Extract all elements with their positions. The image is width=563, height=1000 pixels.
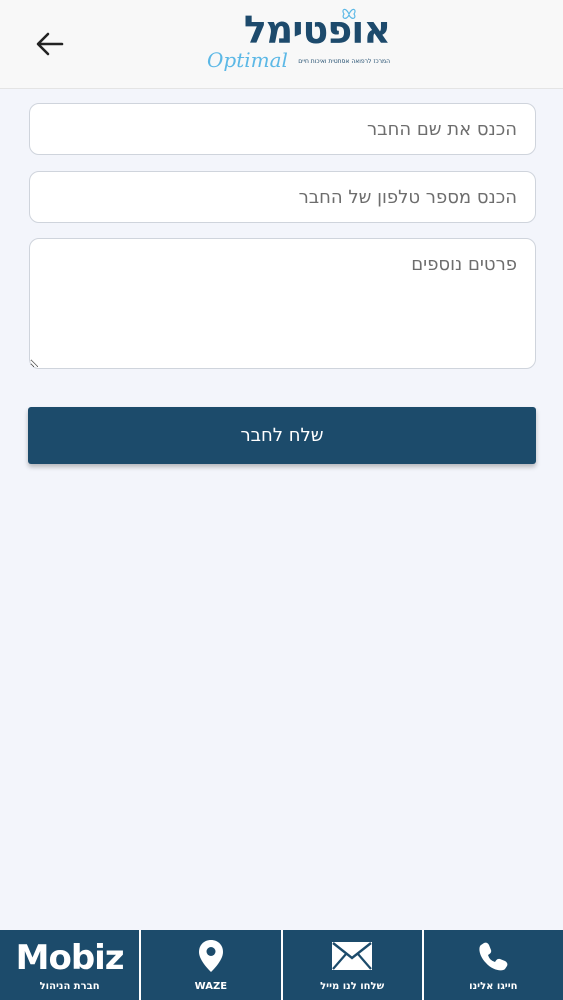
friend-phone-input[interactable]	[29, 171, 536, 223]
phone-icon	[479, 942, 508, 971]
friend-name-input[interactable]	[29, 103, 536, 155]
back-button[interactable]	[32, 26, 68, 62]
optimal-logo: אופטימל Optimal המרכז לרפואה אסתטית ואיכ…	[205, 6, 391, 78]
call-button[interactable]: חייגו אלינו	[421, 930, 563, 1000]
mobiz-logo: Mobiz	[15, 938, 125, 978]
email-button[interactable]: שלחו לנו מייל	[280, 930, 422, 1000]
call-label: חייגו אלינו	[469, 981, 518, 992]
logo-tagline: המרכז לרפואה אסתטית ואיכות חיים	[298, 58, 390, 65]
waze-label: WAZE	[194, 981, 228, 992]
arrow-left-icon	[36, 32, 64, 56]
send-to-friend-button[interactable]: שלח לחבר	[28, 407, 536, 464]
bottom-nav-bar: Mobiz חברת הניהול WAZE שלחו לנו מייל חיי	[0, 930, 563, 1000]
logo-hebrew-text: אופטימל	[243, 8, 391, 52]
logo-script-text: Optimal	[207, 48, 288, 72]
email-label: שלחו לנו מייל	[320, 981, 385, 992]
mobiz-label: חברת הניהול	[39, 981, 100, 992]
map-pin-icon	[198, 940, 223, 972]
app-header: אופטימל Optimal המרכז לרפואה אסתטית ואיכ…	[0, 0, 563, 89]
mobiz-button[interactable]: Mobiz חברת הניהול	[0, 930, 139, 1000]
waze-button[interactable]: WAZE	[139, 930, 280, 1000]
additional-details-textarea[interactable]	[29, 238, 536, 369]
envelope-icon	[332, 942, 373, 970]
